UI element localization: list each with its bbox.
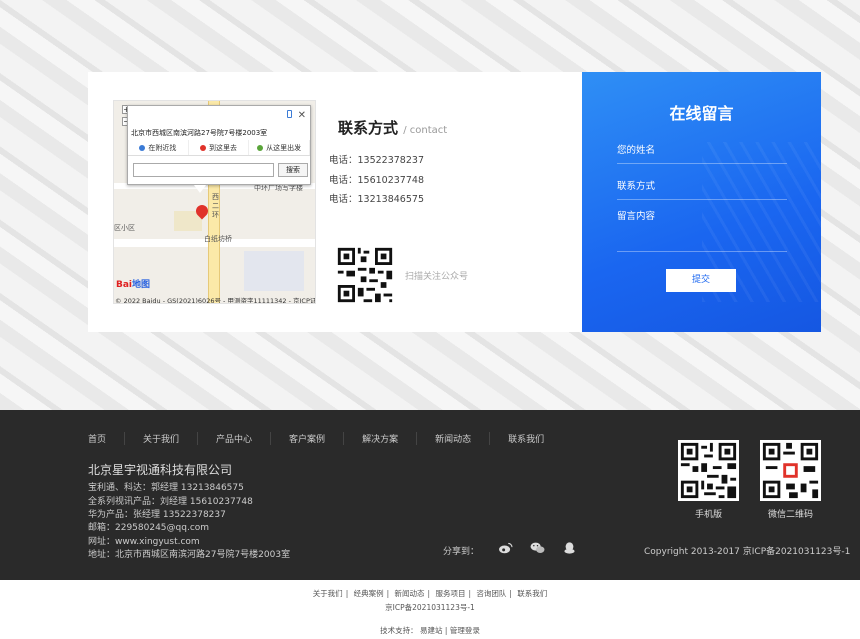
footer-info-line: 邮箱：229580245@qq.com xyxy=(88,523,210,533)
qr-caption-mobile: 手机版 xyxy=(694,510,722,520)
close-icon[interactable]: ✕ xyxy=(298,110,306,121)
pin-icon xyxy=(257,144,264,151)
bottom-link-team[interactable]: 咨询团队 xyxy=(473,589,509,598)
tech-support: 技术支持： 易建站 | 管理登录 xyxy=(380,626,480,635)
tab-go-here[interactable]: 到这里去 xyxy=(189,140,250,155)
bottom-link-cases[interactable]: 经典案例 xyxy=(351,589,387,598)
map-search-input[interactable] xyxy=(133,163,274,177)
copyright: Copyright 2013-2017 京ICP备2021031123号-1 xyxy=(644,547,851,557)
footer-nav: 首页 关于我们 产品中心 客户案例 解决方案 新闻动态 联系我们 xyxy=(88,432,580,445)
contact-subtitle: / contact xyxy=(403,125,448,136)
map-search-button[interactable]: 搜索 xyxy=(278,163,308,177)
footer-nav-solutions[interactable]: 解决方案 xyxy=(362,432,418,445)
wechat-official-qr-code xyxy=(335,245,395,305)
qq-icon[interactable] xyxy=(562,542,577,554)
map-label: 区小区 xyxy=(114,224,135,232)
footer-info-line: 宝利通、科达：郭经理 13213846575 xyxy=(88,483,244,493)
weibo-icon[interactable] xyxy=(498,542,513,554)
share-label: 分享到： xyxy=(443,547,480,557)
tab-nearby[interactable]: 在附近找 xyxy=(128,140,189,155)
map-copyright: © 2022 Baidu - GS(2021)6026号 - 甲测资字11111… xyxy=(115,297,316,304)
footer-info-line: 华为产品：张经理 13522378237 xyxy=(88,510,226,520)
map-info-popup: ✕ 北京市西城区南滨河路27号院7号楼2003室 在附近找 到这里去 从这里出发… xyxy=(127,105,311,185)
baidu-map[interactable]: 中环广场写字楼 西二环 白纸坊桥 区小区 + − ✕ 北京市西城区南滨河路27号… xyxy=(113,100,316,304)
footer: 首页 关于我们 产品中心 客户案例 解决方案 新闻动态 联系我们 北京星宇视通科… xyxy=(0,410,860,580)
phone-line: 电话：13213846575 xyxy=(329,194,424,205)
bottom-link-about[interactable]: 关于我们 xyxy=(310,589,346,598)
online-message-panel: 在线留言 您的姓名 联系方式 留言内容 提交 xyxy=(582,72,821,332)
submit-button[interactable]: 提交 xyxy=(666,269,736,292)
wechat-qr-code xyxy=(760,440,821,501)
bottom-bar: 关于我们 | 经典案例 | 新闻动态 | 服务项目 | 咨询团队 | 联系我们 京ICP备… xyxy=(0,580,860,639)
qr-caption-wechat: 微信二维码 xyxy=(767,510,813,520)
name-field[interactable]: 您的姓名 xyxy=(617,142,787,164)
footer-nav-news[interactable]: 新闻动态 xyxy=(435,432,491,445)
popup-tabs: 在附近找 到这里去 从这里出发 xyxy=(128,140,311,156)
wechat-icon[interactable] xyxy=(530,542,545,554)
contact-card: 中环广场写字楼 西二环 白纸坊桥 区小区 + − ✕ 北京市西城区南滨河路27号… xyxy=(88,72,582,332)
baidu-logo[interactable]: Bai地图 xyxy=(116,277,150,290)
footer-info-line: 地址：北京市西城区南滨河路27号院7号楼2003室 xyxy=(88,550,291,560)
tab-start-here[interactable]: 从这里出发 xyxy=(249,140,311,155)
qr-caption: 扫描关注公众号 xyxy=(405,272,469,282)
map-label: 白纸坊桥 xyxy=(204,235,232,243)
icp-number[interactable]: 京ICP备2021031123号-1 xyxy=(0,602,860,613)
message-title: 在线留言 xyxy=(669,104,734,123)
popup-address: 北京市西城区南滨河路27号院7号楼2003室 xyxy=(131,129,268,137)
pin-icon xyxy=(200,144,206,151)
contact-title: 联系方式 / contact xyxy=(338,119,448,137)
bottom-link-services[interactable]: 服务项目 xyxy=(432,589,468,598)
footer-nav-home[interactable]: 首页 xyxy=(88,432,126,445)
footer-nav-contact[interactable]: 联系我们 xyxy=(508,432,562,445)
footer-nav-about[interactable]: 关于我们 xyxy=(143,432,199,445)
phone-line: 电话：15610237748 xyxy=(329,175,424,186)
footer-nav-products[interactable]: 产品中心 xyxy=(216,432,272,445)
footer-info-line: 网址：www.xingyust.com xyxy=(88,537,200,547)
contact-field[interactable]: 联系方式 xyxy=(617,178,787,200)
search-icon xyxy=(139,144,146,151)
company-name: 北京星宇视通科技有限公司 xyxy=(88,463,233,477)
phone-icon[interactable] xyxy=(287,110,292,118)
footer-info-line: 全系列视讯产品：刘经理 15610237748 xyxy=(88,497,253,507)
bottom-link-news[interactable]: 新闻动态 xyxy=(392,589,428,598)
map-label: 西二环 xyxy=(212,193,219,219)
footer-nav-cases[interactable]: 客户案例 xyxy=(289,432,345,445)
phone-line: 电话：13522378237 xyxy=(329,155,424,166)
tech-link-yijianzhan[interactable]: 易建站 xyxy=(420,626,443,635)
bottom-links: 关于我们 | 经典案例 | 新闻动态 | 服务项目 | 咨询团队 | 联系我们 xyxy=(0,588,860,599)
bottom-link-contact[interactable]: 联系我们 xyxy=(514,589,550,598)
message-content-field[interactable]: 留言内容 xyxy=(617,208,787,252)
admin-login-link[interactable]: 管理登录 xyxy=(450,626,480,635)
mobile-site-qr-code xyxy=(678,440,739,501)
